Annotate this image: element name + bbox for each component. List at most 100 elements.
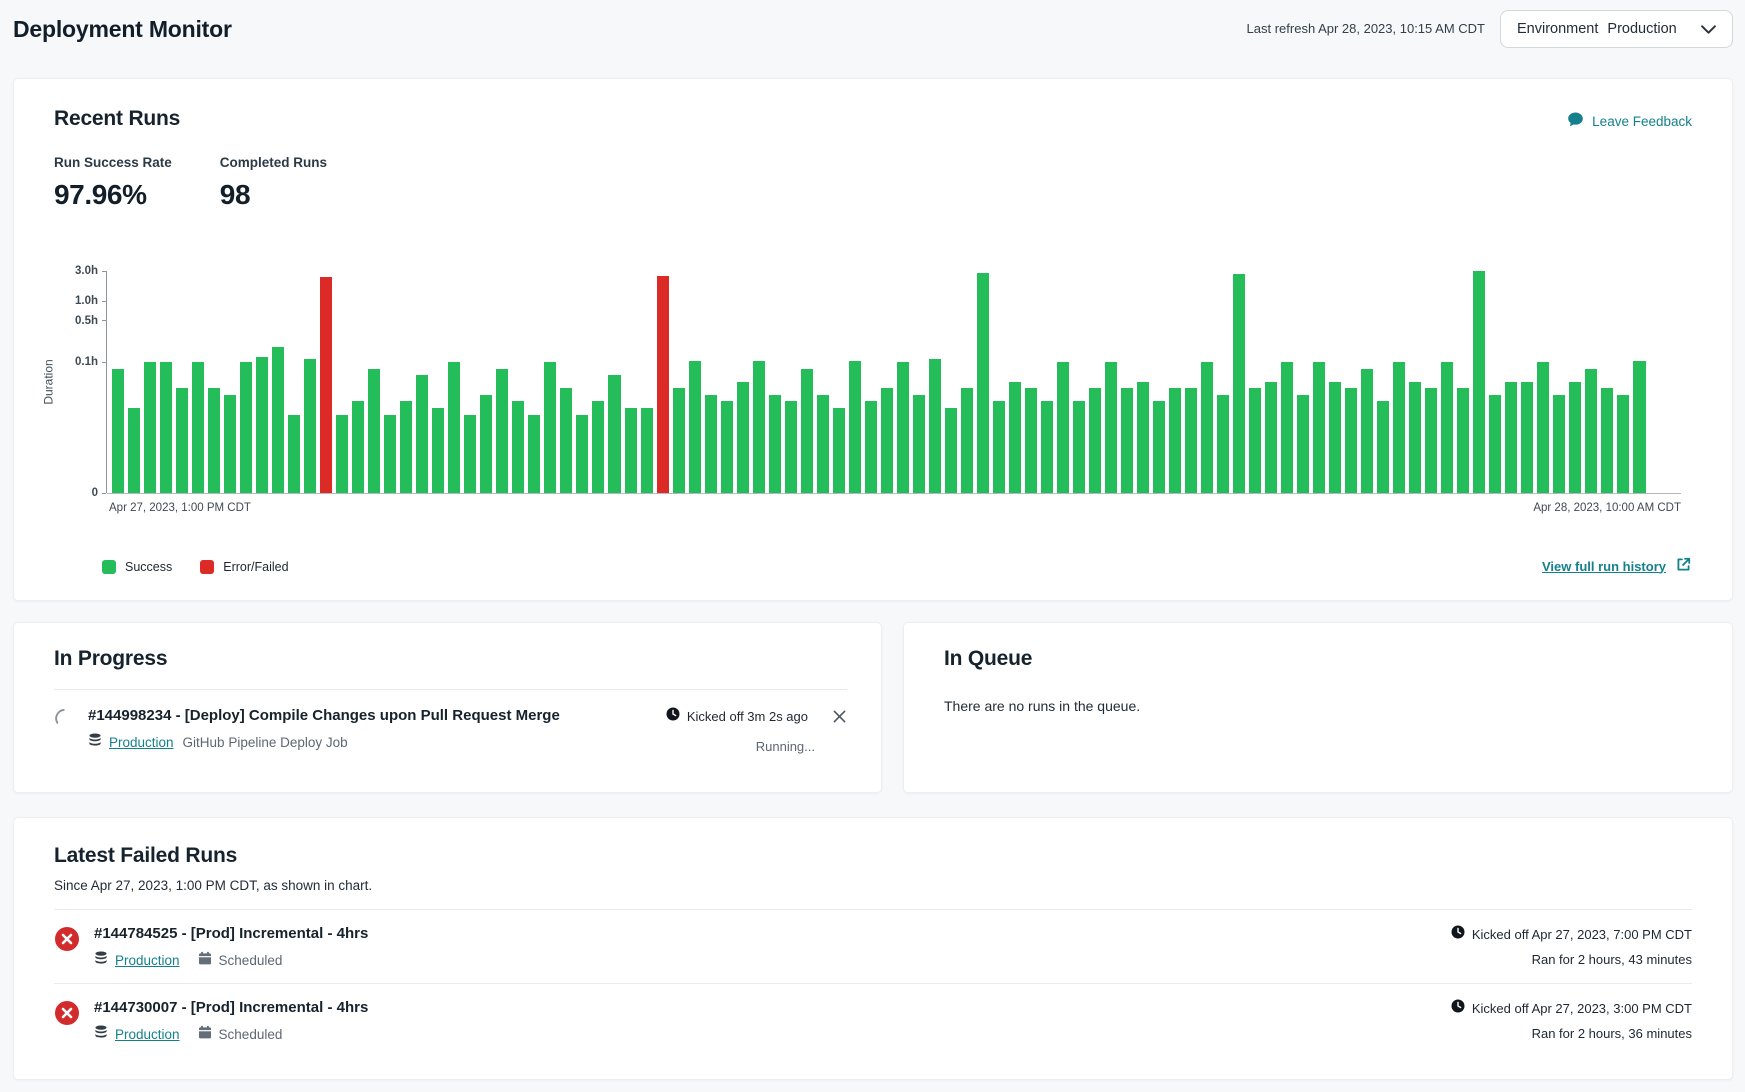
kickoff-row: Kicked off Apr 27, 2023, 7:00 PM CDT xyxy=(1451,925,1692,944)
environment-dropdown-value: Production xyxy=(1607,21,1676,37)
y-tick-mark xyxy=(102,493,106,494)
chart-bar-success xyxy=(1361,369,1373,493)
chart-bar-success xyxy=(544,362,556,493)
chart-bar-success xyxy=(288,415,300,493)
kickoff-text: Kicked off Apr 27, 2023, 7:00 PM CDT xyxy=(1472,927,1692,942)
duration-bar-chart: Duration 3.0h1.0h0.5h0.1h0 Apr 27, 2023,… xyxy=(106,271,1681,493)
recent-runs-title: Recent Runs xyxy=(54,107,1692,131)
external-link-icon xyxy=(1675,556,1692,576)
chart-bar-success xyxy=(817,395,829,493)
chart-bar-success xyxy=(192,362,204,493)
run-main: #144784525 - [Prod] Incremental - 4hrs P… xyxy=(94,925,1451,970)
chart-bar-success xyxy=(1473,271,1485,493)
chart-bar-success xyxy=(160,362,172,493)
y-tick-label: 0 xyxy=(92,487,98,499)
database-icon xyxy=(94,1025,108,1044)
chart-bar-success xyxy=(1457,388,1469,493)
chart-bar-success xyxy=(1185,388,1197,493)
leave-feedback-link[interactable]: Leave Feedback xyxy=(1567,111,1692,131)
x-axis-line xyxy=(107,493,1681,494)
chart-bar-success xyxy=(1105,362,1117,493)
chart-bar-error xyxy=(657,276,669,493)
kickoff-row: Kicked off 3m 2s ago xyxy=(666,707,847,726)
kickoff-row: Kicked off Apr 27, 2023, 3:00 PM CDT xyxy=(1451,999,1692,1018)
chevron-down-icon xyxy=(1701,25,1716,34)
page-title: Deployment Monitor xyxy=(13,16,232,43)
chart-bar-success xyxy=(448,362,460,493)
chart-bar-success xyxy=(1633,361,1645,493)
chart-bar-success xyxy=(801,369,813,493)
chart-bar-success xyxy=(737,382,749,493)
chart-bar-error xyxy=(320,277,332,493)
spinner-icon xyxy=(54,708,75,729)
failed-run-row: #144784525 - [Prod] Incremental - 4hrs P… xyxy=(54,910,1692,983)
recent-runs-card: Recent Runs Leave Feedback Run Success R… xyxy=(13,78,1733,601)
chart-bar-success xyxy=(1393,362,1405,493)
chart-bar-success xyxy=(945,408,957,493)
in-progress-run-row: #144998234 - [Deploy] Compile Changes up… xyxy=(54,707,847,754)
chart-bar-success xyxy=(961,388,973,493)
chart-bar-success xyxy=(512,401,524,493)
y-tick-label: 1.0h xyxy=(75,295,98,307)
legend-item-error: Error/Failed xyxy=(200,560,288,574)
page-header: Deployment Monitor Last refresh Apr 28, … xyxy=(0,0,1745,64)
chart-bar-success xyxy=(384,415,396,493)
chart-bar-success xyxy=(464,415,476,493)
environment-dropdown[interactable]: Environment Production xyxy=(1500,10,1733,48)
run-badges: Production Scheduled xyxy=(94,1025,1451,1044)
chart-bar-success xyxy=(641,408,653,493)
chart-bar-success xyxy=(753,361,765,493)
chart-bar-success xyxy=(1025,388,1037,493)
run-right: Kicked off Apr 27, 2023, 7:00 PM CDT Ran… xyxy=(1451,925,1692,967)
chart-bar-success xyxy=(881,388,893,493)
error-badge-icon xyxy=(54,926,80,952)
view-full-run-history-link[interactable]: View full run history xyxy=(1542,556,1692,576)
stat-label: Completed Runs xyxy=(220,155,327,170)
run-badges: Production Scheduled xyxy=(94,951,1451,970)
view-history-label: View full run history xyxy=(1542,559,1666,574)
chart-bar-success xyxy=(1281,362,1293,493)
chart-bar-success xyxy=(1345,388,1357,493)
production-link[interactable]: Production xyxy=(115,1027,180,1042)
chart-bar-success xyxy=(865,401,877,493)
kickoff-text: Kicked off 3m 2s ago xyxy=(687,709,808,724)
error-badge-icon xyxy=(54,1000,80,1026)
y-tick-label: 0.1h xyxy=(75,356,98,368)
environment-badge: Production xyxy=(88,733,174,752)
chart-bar-success xyxy=(1489,395,1501,493)
chart-bar-success xyxy=(528,415,540,493)
chart-bar-success xyxy=(705,395,717,493)
chart-bar-success xyxy=(368,369,380,493)
database-icon xyxy=(94,951,108,970)
kickoff-text: Kicked off Apr 27, 2023, 3:00 PM CDT xyxy=(1472,1001,1692,1016)
queue-empty-message: There are no runs in the queue. xyxy=(944,698,1692,714)
trigger-text: Scheduled xyxy=(219,953,283,968)
chart-bar-success xyxy=(1553,395,1565,493)
chart-bar-success xyxy=(785,401,797,493)
chart-bar-success xyxy=(913,395,925,493)
chart-bar-success xyxy=(256,357,268,493)
clock-icon xyxy=(1451,925,1465,944)
chart-bar-success xyxy=(1249,388,1261,493)
chart-bar-success xyxy=(144,362,156,493)
chart-bar-success xyxy=(1057,362,1069,493)
production-link[interactable]: Production xyxy=(115,953,180,968)
failed-runs-subtitle: Since Apr 27, 2023, 1:00 PM CDT, as show… xyxy=(54,878,1692,893)
database-icon xyxy=(88,733,102,752)
chat-bubble-icon xyxy=(1567,111,1584,131)
stat-value: 98 xyxy=(220,179,327,211)
chart-bar-success xyxy=(1201,362,1213,493)
chart-bar-success xyxy=(1329,382,1341,493)
chart-bar-success xyxy=(272,347,284,493)
close-icon[interactable] xyxy=(832,709,847,724)
run-title: #144998234 - [Deploy] Compile Changes up… xyxy=(88,707,666,724)
chart-bar-success xyxy=(608,375,620,493)
stat-run-success-rate: Run Success Rate 97.96% xyxy=(54,155,172,211)
stat-value: 97.96% xyxy=(54,179,172,211)
chart-bar-success xyxy=(576,415,588,493)
stat-label: Run Success Rate xyxy=(54,155,172,170)
production-link[interactable]: Production xyxy=(109,735,174,750)
trigger-text: Scheduled xyxy=(219,1027,283,1042)
environment-dropdown-label: Environment xyxy=(1517,21,1598,37)
run-right: Kicked off 3m 2s ago Running... xyxy=(666,707,847,754)
